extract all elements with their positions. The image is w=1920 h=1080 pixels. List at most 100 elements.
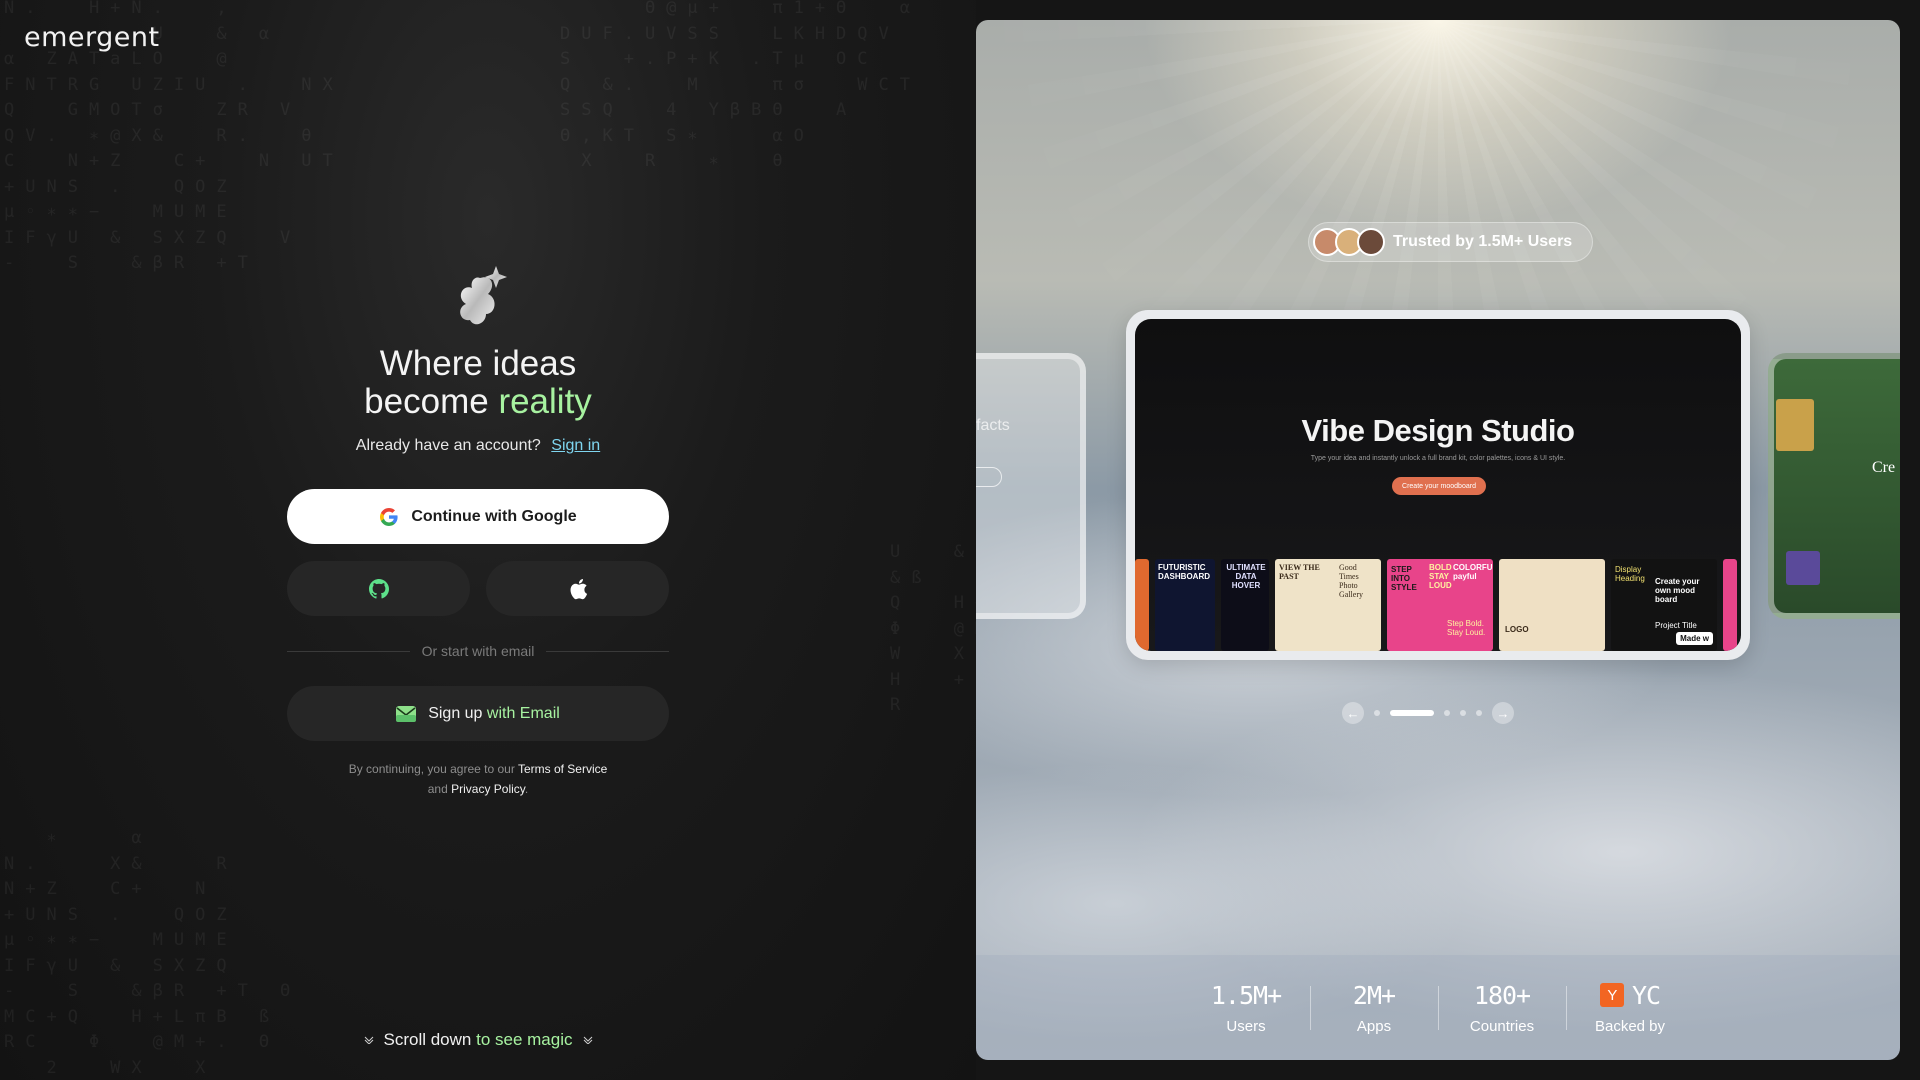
headline-line2: become reality <box>287 383 669 421</box>
continue-with-google-button[interactable]: Continue with Google <box>287 489 669 544</box>
thumbnail <box>1723 559 1737 651</box>
chevron-down-icon <box>364 1036 373 1044</box>
thumbnail: FUTURISTIC DASHBOARD <box>1155 559 1215 651</box>
matrix-rain-bottom: ∗ ⍺ N. X& R N+Z C+ N +UNS . QOZ μ◦∗∗− MU… <box>4 828 302 1078</box>
terms-line1: By continuing, you agree to our Terms of… <box>287 759 669 779</box>
page-title: Where ideas become reality <box>287 345 669 421</box>
y-combinator-icon: Y <box>1599 983 1624 1007</box>
carousel-pager: ← → <box>1342 702 1514 724</box>
chevron-down-icon <box>583 1036 592 1044</box>
email-divider: Or start with email <box>287 643 669 659</box>
trusted-badge: Trusted by 1.5M+ Users <box>1308 222 1594 262</box>
headline-line1: Where ideas <box>379 344 577 383</box>
avatar <box>1357 228 1385 256</box>
apple-icon <box>570 578 587 599</box>
thumbnail: VIEW THE PAST Good Times Photo Gallery <box>1275 559 1381 651</box>
carousel-dot[interactable] <box>1460 710 1466 716</box>
stat-users: 1.5M+ Users <box>1182 980 1310 1036</box>
thumbnail <box>1135 559 1149 651</box>
thumbnail-label: FUTURISTIC DASHBOARD <box>1158 563 1210 581</box>
thumbnail-label: STEP INTO STYLE <box>1391 565 1417 592</box>
stat-backed-by: Y YC Backed by <box>1566 980 1694 1035</box>
project-preview: Vibe Design Studio Type your idea and in… <box>1135 319 1741 651</box>
email-button-highlight: with Email <box>486 704 560 722</box>
scroll-hint-highlight: to see magic <box>476 1030 573 1049</box>
thumbnail-label: COLORFUL payful <box>1453 563 1493 581</box>
github-icon <box>368 578 389 599</box>
thumbnail-label: BOLD STAY LOUD <box>1429 563 1452 590</box>
sign-up-with-email-button[interactable]: Sign up with Email <box>287 686 669 741</box>
stat-label: Apps <box>1356 1018 1392 1035</box>
terms-notice: By continuing, you agree to our Terms of… <box>287 759 669 799</box>
carousel-prev-button[interactable]: ← <box>1342 702 1364 724</box>
stat-label: Countries <box>1469 1018 1535 1035</box>
next-card-thumb <box>1786 551 1820 585</box>
preview-subtitle: Type your idea and instantly unlock a fu… <box>1310 455 1566 462</box>
terms-and: and <box>427 782 448 796</box>
prev-card-input <box>976 467 1002 487</box>
carousel-card-prev[interactable]: facts <box>976 353 1086 619</box>
carousel-dot[interactable] <box>1374 710 1380 716</box>
thumbnail: ULTIMATE DATA HOVER <box>1221 559 1269 651</box>
github-signin-button[interactable] <box>287 561 470 616</box>
account-prompt: Already have an account? <box>355 437 541 454</box>
prev-card-text: facts <box>976 417 1010 434</box>
stat-value: 1.5M+ <box>1210 980 1282 1010</box>
stat-value: 2M+ <box>1352 980 1396 1010</box>
scroll-hint-prefix: Scroll down <box>383 1030 472 1049</box>
headline-highlight: reality <box>498 382 592 421</box>
showcase-panel: Trusted by 1.5M+ Users facts Cre Vibe De… <box>976 20 1900 1060</box>
divider-label: Or start with email <box>421 643 535 659</box>
carousel-dot[interactable] <box>1444 710 1450 716</box>
scroll-hint-label: Scroll down to see magic <box>384 1030 573 1050</box>
user-avatars <box>1313 228 1385 256</box>
email-button-prefix: Sign up <box>428 704 483 722</box>
carousel-next-button[interactable]: → <box>1492 702 1514 724</box>
preview-title: Vibe Design Studio <box>1301 413 1575 448</box>
create-moodboard-button: Create your moodboard <box>1392 477 1486 495</box>
email-button-label: Sign up with Email <box>428 705 560 723</box>
stat-value-yc: Y YC <box>1566 980 1694 1010</box>
headline-line2-prefix: become <box>364 382 489 421</box>
mail-icon <box>396 705 417 722</box>
terms-of-service-link[interactable]: Terms of Service <box>518 762 607 776</box>
privacy-policy-link[interactable]: Privacy Policy <box>451 782 525 796</box>
carousel-dot[interactable] <box>1476 710 1482 716</box>
trusted-label: Trusted by 1.5M+ Users <box>1393 233 1573 250</box>
stat-value: YC <box>1631 980 1661 1010</box>
stat-countries: 180+ Countries <box>1438 980 1566 1035</box>
matrix-rain-top: Θ@μ+ π1+Θ ⍺ DUF.UVSS LKHDQV S +.P+K .Tμ … <box>560 0 921 171</box>
next-card-text: Cre <box>1872 459 1896 476</box>
carousel-dot-active[interactable] <box>1390 710 1434 716</box>
thumbnail: Display Heading Create your own mood boa… <box>1611 559 1717 651</box>
sign-in-link[interactable]: Sign in <box>551 437 600 454</box>
stat-apps: 2M+ Apps <box>1310 980 1438 1035</box>
emergent-logo[interactable]: emergent <box>24 22 160 53</box>
made-with-badge: Made w <box>1676 632 1713 645</box>
thumbnail-label: Step Bold. Stay Loud. <box>1447 619 1486 637</box>
sparkle-blob-icon <box>460 266 507 325</box>
stat-value: 180+ <box>1473 980 1531 1010</box>
thumbnail-label: Project Title <box>1655 621 1697 630</box>
divider-line-right <box>546 650 669 652</box>
scroll-hint[interactable]: Scroll down to see magic <box>287 1030 669 1050</box>
carousel-card-active[interactable]: Vibe Design Studio Type your idea and in… <box>1126 310 1750 660</box>
terms-period: . <box>524 782 529 796</box>
thumbnail-strip: FUTURISTIC DASHBOARD ULTIMATE DATA HOVER… <box>1135 559 1741 651</box>
next-card-thumb <box>1776 399 1814 451</box>
auth-panel: N. H+N. , - -U & ⍺ ⍺ ZATaLO @ FNTRG UZIU… <box>0 0 976 1080</box>
google-icon <box>380 507 398 526</box>
thumbnail: LOGO <box>1499 559 1605 651</box>
apple-signin-button[interactable] <box>486 561 669 616</box>
thumbnail-label: Display Heading <box>1615 565 1645 583</box>
stat-label: Backed by <box>1594 1018 1666 1035</box>
thumbnail-label: VIEW THE PAST <box>1279 563 1320 581</box>
thumbnail: STEP INTO STYLE BOLD STAY LOUD COLORFUL … <box>1387 559 1493 651</box>
divider-line-left <box>287 650 410 652</box>
matrix-rain-mid: U & S &ß Q H+ Φ @M W X H +N R <box>890 542 976 715</box>
stat-label: Users <box>1226 1018 1266 1035</box>
terms-line2: and Privacy Policy. <box>287 779 669 799</box>
google-button-label: Continue with Google <box>411 507 577 525</box>
carousel-card-next[interactable]: Cre <box>1768 353 1900 619</box>
thumbnail-label: Create your own mood board <box>1655 577 1700 604</box>
